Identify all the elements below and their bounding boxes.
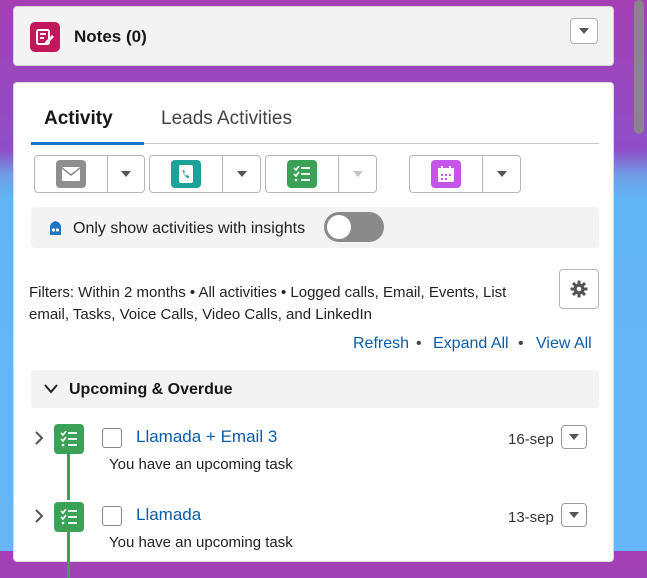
chevron-down-icon: [579, 28, 589, 34]
tab-bar: Activity Leads Activities: [31, 105, 599, 145]
task-action-button[interactable]: [265, 155, 377, 193]
expand-all-link[interactable]: Expand All: [433, 335, 509, 352]
phone-icon: [171, 160, 201, 188]
insights-label: Only show activities with insights: [73, 220, 306, 237]
task-icon: [54, 502, 84, 532]
separator: •: [416, 335, 422, 352]
section-title: Upcoming & Overdue: [69, 381, 233, 398]
task-subtitle: You have an upcoming task: [109, 534, 293, 551]
call-action-button[interactable]: [149, 155, 261, 193]
insights-toggle[interactable]: [324, 212, 384, 242]
notes-icon: [30, 22, 60, 52]
email-action-main[interactable]: [35, 156, 108, 192]
email-action-dropdown[interactable]: [108, 156, 144, 192]
task-menu-button[interactable]: [561, 503, 587, 527]
tab-activity[interactable]: Activity: [44, 108, 113, 130]
chevron-down-icon: [44, 384, 58, 394]
einstein-icon: [50, 221, 61, 235]
toggle-knob: [327, 215, 351, 239]
task-date: 16-sep: [508, 431, 554, 448]
task-row: Llamada 13-sep You have an upcoming task: [14, 498, 615, 578]
separator: •: [518, 335, 524, 352]
insights-filter-bar: Only show activities with insights: [31, 207, 599, 248]
notes-card: Notes (0): [13, 6, 614, 66]
event-action-dropdown[interactable]: [483, 156, 520, 192]
chevron-down-icon: [121, 171, 131, 177]
filter-settings-button[interactable]: [559, 269, 599, 309]
notes-menu-button[interactable]: [570, 18, 598, 44]
event-action-button[interactable]: [409, 155, 521, 193]
task-menu-button[interactable]: [561, 425, 587, 449]
task-row: Llamada + Email 3 16-sep You have an upc…: [14, 420, 615, 500]
refresh-link[interactable]: Refresh: [353, 335, 409, 352]
timeline-line: [67, 454, 70, 500]
tab-leads-activities[interactable]: Leads Activities: [161, 108, 292, 130]
refresh-link-wrap: Refresh: [353, 335, 409, 353]
task-complete-checkbox[interactable]: [102, 428, 122, 448]
chevron-down-icon: [569, 434, 579, 440]
scrollbar-thumb[interactable]: [634, 0, 644, 134]
task-date: 13-sep: [508, 509, 554, 526]
call-action-dropdown[interactable]: [223, 156, 260, 192]
event-action-main[interactable]: [410, 156, 483, 192]
chevron-down-icon: [352, 171, 363, 177]
task-complete-checkbox[interactable]: [102, 506, 122, 526]
task-title-link[interactable]: Llamada: [136, 505, 201, 525]
active-tab-indicator: [31, 142, 144, 145]
activity-card: Activity Leads Activities Only show acti…: [13, 82, 615, 578]
task-action-dropdown[interactable]: [339, 156, 376, 192]
chevron-right-icon[interactable]: [32, 509, 46, 523]
notes-title: Notes (0): [74, 27, 147, 46]
view-all-link[interactable]: View All: [536, 335, 592, 352]
gear-icon: [570, 280, 588, 298]
timeline-line: [67, 532, 70, 578]
task-icon: [54, 424, 84, 454]
calendar-icon: [431, 160, 461, 188]
chevron-down-icon: [496, 171, 507, 177]
email-icon: [56, 160, 86, 188]
view-link-wrap: View All: [536, 335, 592, 353]
chevron-down-icon: [569, 512, 579, 518]
call-action-main[interactable]: [150, 156, 223, 192]
task-subtitle: You have an upcoming task: [109, 456, 293, 473]
chevron-right-icon[interactable]: [32, 431, 46, 445]
expand-link-wrap: Expand All: [433, 335, 509, 353]
task-action-main[interactable]: [266, 156, 339, 192]
upcoming-section-header[interactable]: Upcoming & Overdue: [31, 370, 599, 408]
chevron-down-icon: [236, 171, 247, 177]
task-title-link[interactable]: Llamada + Email 3: [136, 427, 277, 447]
email-action-button[interactable]: [34, 155, 145, 193]
filters-summary: Filters: Within 2 months • All activitie…: [29, 284, 507, 323]
task-icon: [287, 160, 317, 188]
